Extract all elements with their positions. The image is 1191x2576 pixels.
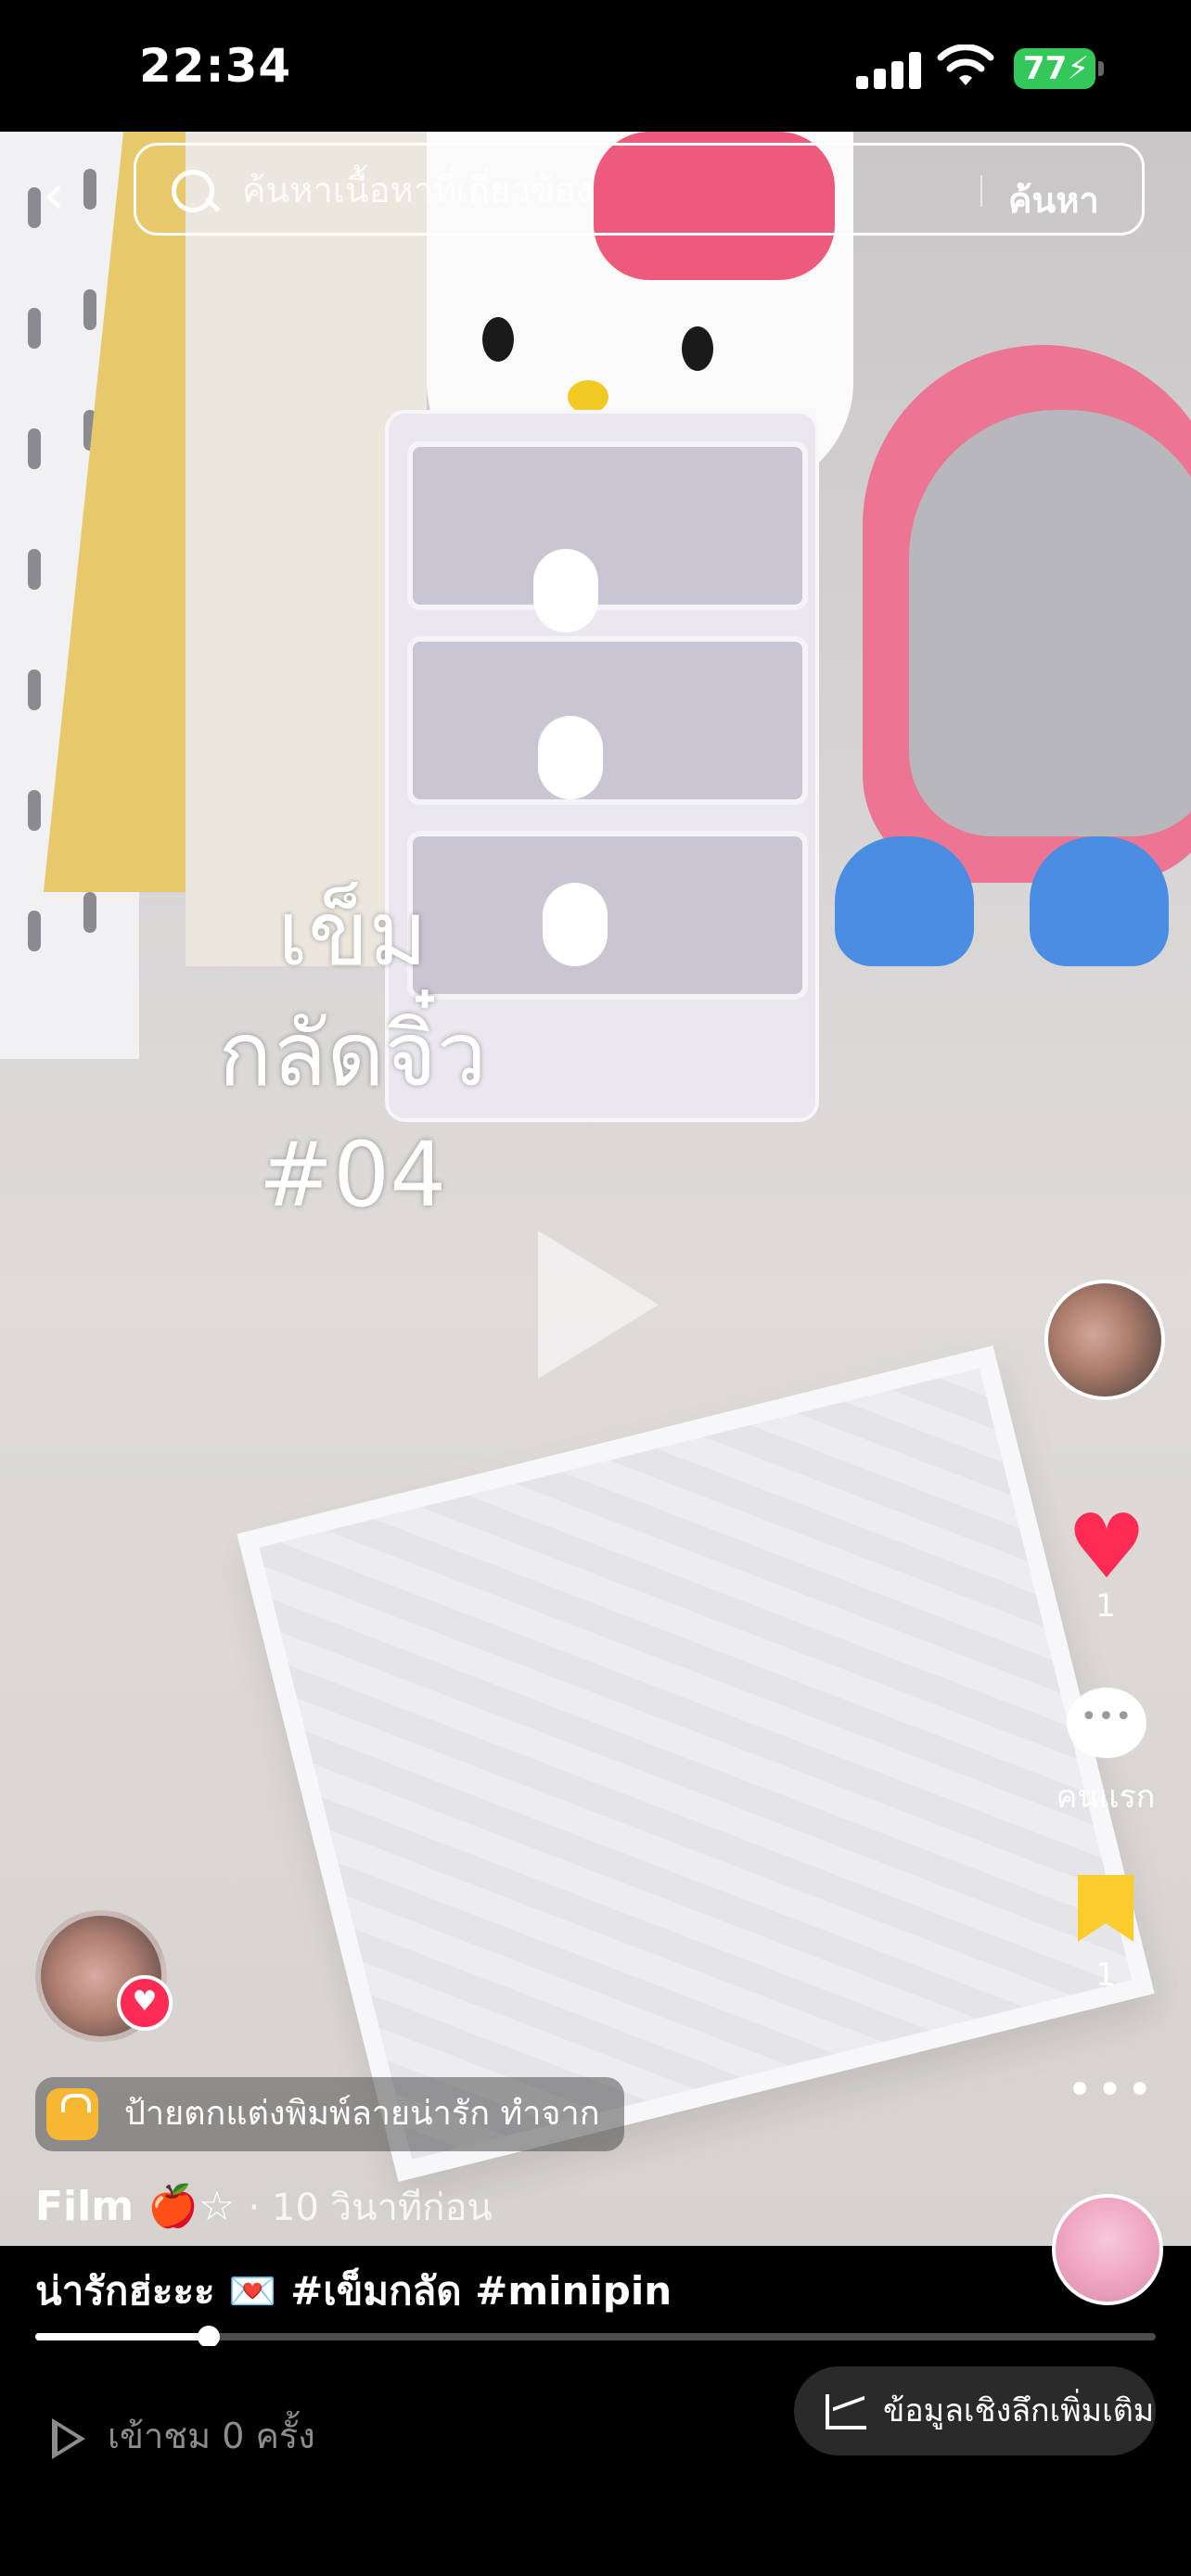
overlay-line: #04 [258,1123,447,1227]
search-bar[interactable]: ค้นหา [134,143,1145,236]
drawer-1 [407,441,808,610]
battery-charging-icon: 77⚡ [1014,48,1095,89]
shopping-bag-icon [46,2088,98,2140]
status-bar: 22:34 77⚡ [0,0,1191,132]
heart-badge-icon: ♥ [117,1975,173,2031]
like-count: 1 [1095,1588,1116,1625]
creator-avatar-small[interactable] [1044,1280,1165,1400]
insights-label: ข้อมูลเชิงลึกเพิ่มเติม [883,2392,1155,2429]
comment-icon[interactable] [1067,1688,1146,1758]
more-dots-icon[interactable]: ••• [1067,2068,1157,2112]
views-row: เข้าชม 0 ครั้ง [52,2404,315,2468]
search-button[interactable]: ค้นหา [1008,172,1099,228]
author-row: Film 🍎☆ · 10 วินาทีก่อน [35,2179,493,2235]
status-time: 22:34 [139,39,292,93]
drawer-2 [407,636,808,805]
search-icon [172,170,214,212]
comment-label: คนแรก [1056,1779,1156,1816]
video-title-overlay: เข็ม กลัดจิ๋ว #04 [167,874,538,1235]
author-name[interactable]: Film 🍎☆ [35,2183,236,2230]
progress-fill [35,2333,210,2340]
play-outline-icon [52,2417,85,2459]
bunny-knob [538,716,603,799]
overlay-line: เข็ม [277,882,428,986]
product-tag-label: ป้ายตกแต่งพิมพ์ลายน่ารัก ทำจาก [124,2095,600,2133]
search-divider [980,175,982,207]
music-disc-icon[interactable] [1052,2194,1163,2305]
video-player[interactable]: เข็ม กลัดจิ๋ว #04 [0,132,1191,2246]
bunny-knob [543,883,608,966]
kitty-eye-right [682,326,713,371]
kitty-nose [568,380,608,414]
bookmark-count: 1 [1095,1957,1116,1994]
chart-icon [826,2394,866,2429]
bottom-bar: เข้าชม 0 ครั้ง ข้อมูลเชิงลึกเพิ่มเติม [0,2346,1191,2576]
play-icon[interactable] [538,1231,659,1379]
product-tag[interactable]: ป้ายตกแต่งพิมพ์ลายน่ารัก ทำจาก [35,2077,624,2151]
post-time: · 10 วินาทีก่อน [248,2187,493,2229]
chevron-left-icon[interactable]: ‹ [43,167,65,223]
top-bar: ‹ ค้นหา [0,139,1191,250]
paper-pouch [237,1345,1155,2182]
views-label: เข้าชม 0 ครั้ง [108,2416,315,2456]
mirror-foot [835,836,974,966]
kitty-eye-left [482,317,514,362]
progress-knob[interactable] [198,2326,221,2348]
mirror-glass [909,410,1191,836]
battery-percent: 77 [1023,50,1068,87]
wifi-icon [937,45,994,85]
bunny-knob [533,549,598,632]
like-heart-icon[interactable]: ♥ [1067,1502,1146,1591]
video-caption[interactable]: น่ารักฮ่ะะะ 💌 #เข็มกลัด #minipin [35,2261,672,2322]
insights-button[interactable]: ข้อมูลเชิงลึกเพิ่มเติม [794,2366,1156,2455]
overlay-line: กลัดจิ๋ว [218,1002,487,1106]
search-input[interactable] [240,146,1079,235]
cellular-signal-icon [856,52,921,89]
mirror-foot [1030,836,1169,966]
battery-tip [1098,61,1104,76]
playback-progress[interactable] [35,2326,1156,2348]
